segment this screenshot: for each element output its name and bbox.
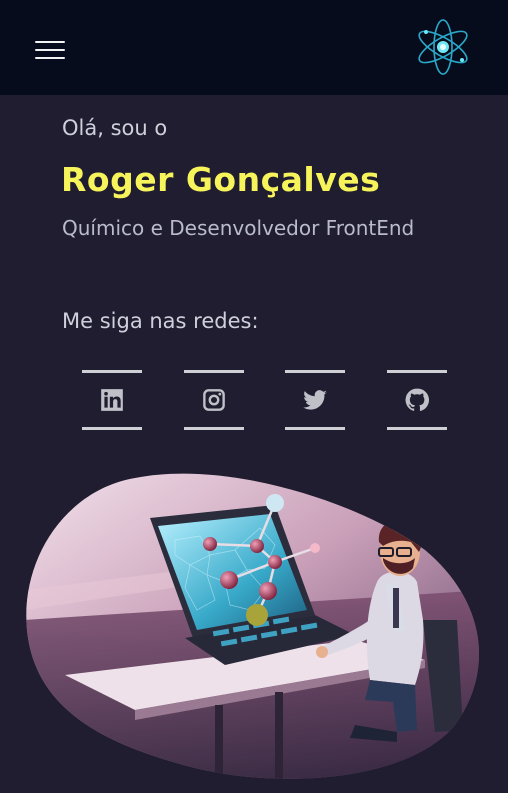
hamburger-menu-icon[interactable]: [35, 40, 65, 60]
instagram-link[interactable]: [184, 370, 244, 430]
linkedin-icon: [101, 389, 123, 411]
twitter-link[interactable]: [285, 370, 345, 430]
greeting-text: Olá, sou o: [62, 116, 168, 140]
instagram-icon: [203, 389, 225, 411]
github-icon: [405, 388, 430, 411]
top-navbar: [0, 0, 508, 95]
twitter-icon: [303, 390, 327, 410]
github-link[interactable]: [387, 370, 447, 430]
developer-illustration: [26, 473, 479, 779]
atom-logo-icon[interactable]: [412, 16, 474, 78]
author-name: Roger Gonçalves: [61, 160, 381, 199]
social-heading: Me siga nas redes:: [62, 309, 259, 333]
linkedin-link[interactable]: [82, 370, 142, 430]
social-links: [82, 370, 448, 430]
author-role: Químico e Desenvolvedor FrontEnd: [62, 216, 415, 240]
